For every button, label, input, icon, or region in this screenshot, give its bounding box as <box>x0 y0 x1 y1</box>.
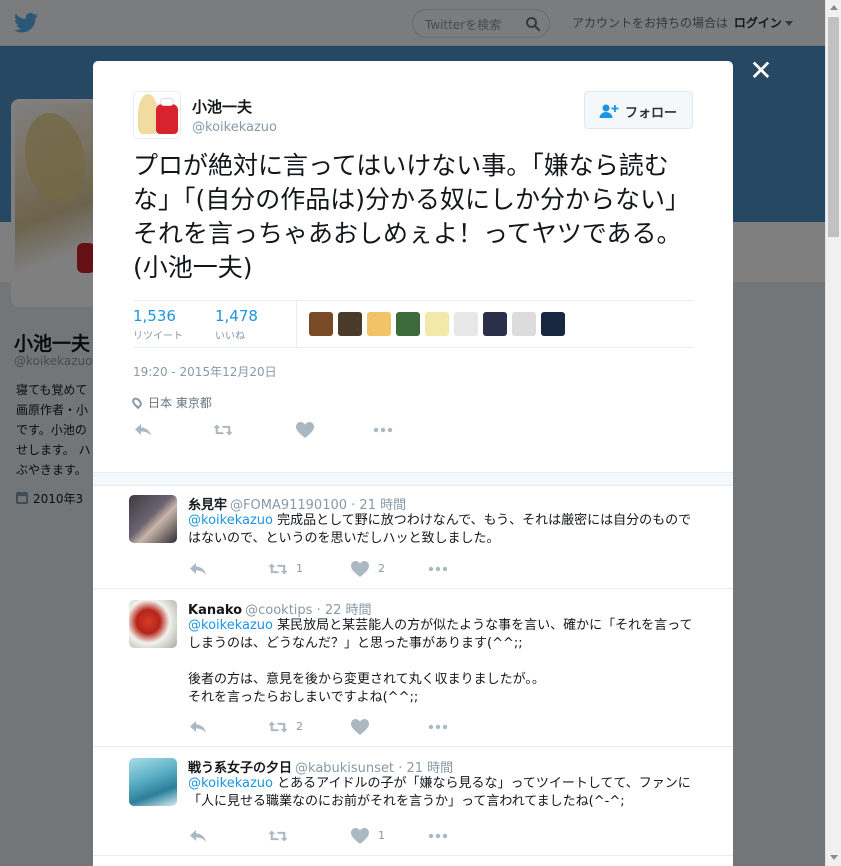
reply-author-handle[interactable]: @cooktips <box>245 603 312 618</box>
reply-retweet[interactable]: 1 <box>268 560 318 578</box>
reply-author-handle[interactable]: @FOMA91190100 <box>230 498 347 513</box>
retweet-icon[interactable] <box>213 421 233 439</box>
follow-button[interactable]: フォロー <box>584 91 693 129</box>
tweet-location[interactable]: 日本 東京都 <box>130 394 212 411</box>
reply-tweet[interactable]: 戦う系女子の夕日 @kabukisunset · 21 時間 @koikekazu… <box>93 748 733 856</box>
tweet-location-text: 日本 東京都 <box>148 396 212 410</box>
retweet-count-value: 1,536 <box>133 307 176 325</box>
heart-icon[interactable] <box>350 718 370 736</box>
reply-text: @koikekazuo 某民放局と某芸能人の方が似たような事を言い、確かに「それ… <box>188 617 698 707</box>
page-scrollbar[interactable] <box>825 0 841 866</box>
like-count-value: 1,478 <box>215 307 258 325</box>
tweet-author-handle[interactable]: @koikekazuo <box>192 120 277 135</box>
liker-avatar[interactable] <box>512 312 536 336</box>
reply-time[interactable]: · 22 時間 <box>317 603 372 618</box>
heart-icon[interactable] <box>350 827 370 845</box>
liker-avatar[interactable] <box>425 312 449 336</box>
reply-text: @koikekazuo とあるアイドルの子が「嫌なら見るな」ってツイートしてて、… <box>188 775 698 811</box>
scroll-down-icon[interactable] <box>830 855 838 860</box>
reply-avatar[interactable] <box>129 600 177 648</box>
tweet-stats: 1,536 リツイート 1,478 いいね <box>133 300 693 348</box>
retweet-icon[interactable] <box>268 827 288 845</box>
liker-avatar[interactable] <box>541 312 565 336</box>
tweet-author-avatar[interactable] <box>133 91 181 139</box>
reply-icon[interactable] <box>188 827 208 845</box>
more-icon[interactable] <box>428 718 448 736</box>
more-icon[interactable] <box>428 827 448 845</box>
reply-icon[interactable] <box>133 421 153 439</box>
reply-header: 糸見牢 @FOMA91190100 · 21 時間 <box>188 494 406 513</box>
tweet-timestamp[interactable]: 19:20 - 2015年12月20日 <box>133 363 277 380</box>
liker-avatar[interactable] <box>309 312 333 336</box>
liker-avatar[interactable] <box>396 312 420 336</box>
reply-tweet[interactable]: Kanako @cooktips · 22 時間 @koikekazuo 某民放局… <box>93 590 733 747</box>
more-icon[interactable] <box>428 560 448 578</box>
reply-mention[interactable]: @koikekazuo <box>188 513 273 528</box>
more-icon[interactable] <box>373 421 393 439</box>
reply-time[interactable]: · 21 時間 <box>398 761 453 776</box>
reply-retweet[interactable]: 2 <box>268 718 318 736</box>
heart-icon[interactable] <box>350 560 370 578</box>
close-icon[interactable]: ✕ <box>748 57 774 85</box>
like-count-label: いいね <box>215 331 245 342</box>
reply-like[interactable]: 2 <box>350 560 400 578</box>
reply-icon[interactable] <box>188 718 208 736</box>
stats-divider <box>296 301 297 347</box>
scroll-up-icon[interactable] <box>830 5 838 10</box>
tweet-author-name[interactable]: 小池一夫 <box>192 96 252 117</box>
reply-retweet[interactable] <box>268 827 318 845</box>
reply-header: Kanako @cooktips · 22 時間 <box>188 599 372 618</box>
heart-icon[interactable] <box>295 421 315 439</box>
add-user-icon <box>599 104 619 118</box>
reply-avatar[interactable] <box>129 758 177 806</box>
reply-icon[interactable] <box>188 560 208 578</box>
reply-text: @koikekazuo 完成品として野に放つわけなんで、もう、それは厳密には自分… <box>188 512 698 548</box>
reply-author-name[interactable]: 糸見牢 <box>188 498 227 513</box>
like-count[interactable]: 1,478 いいね <box>215 307 258 342</box>
retweet-icon[interactable] <box>268 718 288 736</box>
reply-tweet[interactable]: 糸見牢 @FOMA91190100 · 21 時間 @koikekazuo 完成品… <box>93 485 733 589</box>
reply-mention[interactable]: @koikekazuo <box>188 618 273 633</box>
replies-divider <box>93 472 733 486</box>
reply-like[interactable] <box>350 718 400 736</box>
reply-retweet-count: 2 <box>296 720 303 733</box>
reply-author-name[interactable]: 戦う系女子の夕日 <box>188 761 292 776</box>
retweet-count-label: リツイート <box>133 331 183 342</box>
retweet-icon[interactable] <box>268 560 288 578</box>
reply-avatar[interactable] <box>129 495 177 543</box>
reply-like[interactable]: 1 <box>350 827 400 845</box>
reply-like-count: 2 <box>378 562 385 575</box>
reply-header: 戦う系女子の夕日 @kabukisunset · 21 時間 <box>188 757 453 776</box>
liker-avatar[interactable] <box>367 312 391 336</box>
location-pin-icon <box>130 395 144 410</box>
retweet-count[interactable]: 1,536 リツイート <box>133 307 183 342</box>
reply-author-name[interactable]: Kanako <box>188 603 242 618</box>
reply-like-count: 1 <box>378 829 385 842</box>
liker-avatar[interactable] <box>483 312 507 336</box>
scrollbar-thumb[interactable] <box>828 17 839 237</box>
reply-author-handle[interactable]: @kabukisunset <box>295 761 394 776</box>
reply-mention[interactable]: @koikekazuo <box>188 776 273 791</box>
tweet-text: プロが絶対に言ってはいけない事。「嫌なら読むな」「(自分の作品は)分かる奴にしか… <box>133 151 691 282</box>
liker-avatar[interactable] <box>338 312 362 336</box>
liker-avatar[interactable] <box>454 312 478 336</box>
tweet-modal: 小池一夫 @koikekazuo フォロー プロが絶対に言ってはいけない事。「嫌… <box>93 61 733 866</box>
follow-button-label: フォロー <box>625 106 678 121</box>
reply-time[interactable]: · 21 時間 <box>351 498 406 513</box>
reply-retweet-count: 1 <box>296 562 303 575</box>
